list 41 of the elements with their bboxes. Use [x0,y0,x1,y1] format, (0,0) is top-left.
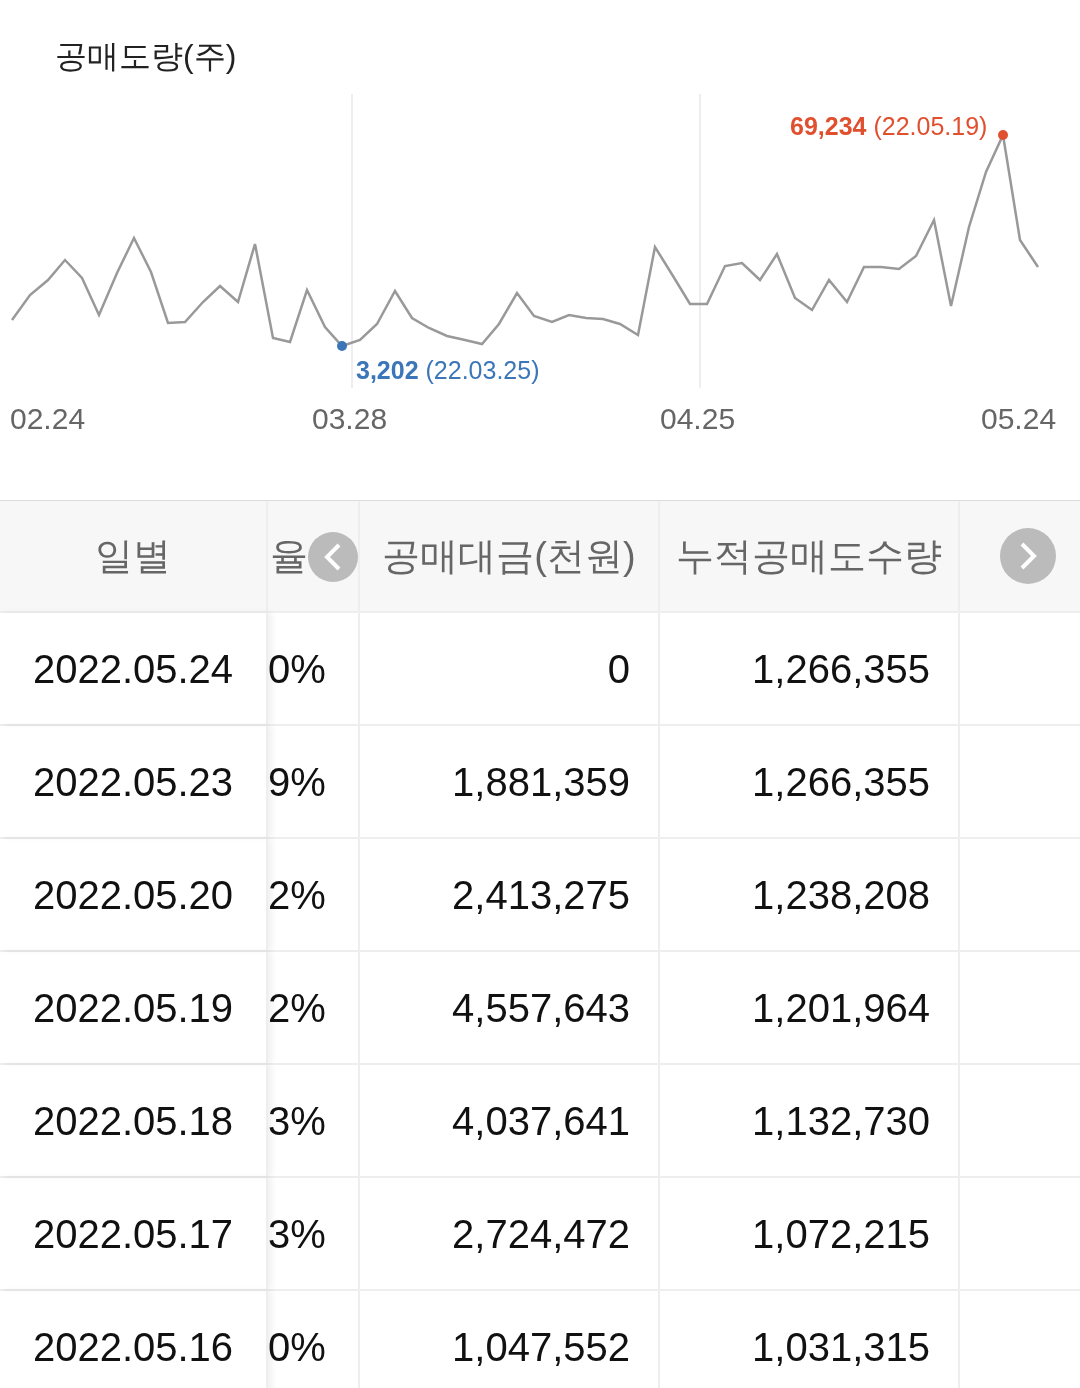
column-header[interactable]: 누적공매도수량 [676,527,942,585]
max-annotation: 69,234 (22.05.19) [790,111,988,142]
table-cell-text: 9% [268,758,326,806]
table-cell-text: 2,724,472 [452,1210,630,1258]
scroll-left-button[interactable] [308,532,358,582]
table-cell-text: 1,238,208 [752,871,930,919]
column-header[interactable]: 일별 [95,527,171,585]
table-cell-text: 2,413,275 [452,871,630,919]
table-cell-text: 2022.05.20 [32,871,234,919]
axis-label: 04.25 [660,401,736,437]
column-header[interactable]: 공매대금(천원) [382,527,636,585]
chart-title: 공매도량(주) [55,38,237,74]
min-annotation: 3,202 (22.03.25) [356,355,540,386]
table-cell-text: 2022.05.16 [32,1323,234,1371]
table-cell-text: 1,132,730 [752,1097,930,1145]
table-cell-text: 1,266,355 [752,758,930,806]
table-cell-text: 1,047,552 [452,1323,630,1371]
table-cell-text: 1,031,315 [752,1323,930,1371]
table-cell-text: 2022.05.23 [32,758,234,806]
table-cell-text: 1,881,359 [452,758,630,806]
table-cell-text: 1,266,355 [752,645,930,693]
table-cell-text: 0% [268,645,326,693]
scroll-right-button[interactable] [1000,528,1056,584]
table-cell-text: 3% [268,1210,326,1258]
table-cell-text: 3% [268,1097,326,1145]
table-cell-text: 0% [268,1323,326,1371]
table-cell-text: 4,037,641 [452,1097,630,1145]
table-cell-text: 2022.05.18 [32,1097,234,1145]
axis-label: 05.24 [981,401,1057,437]
table-cell-text: 2% [268,871,326,919]
table-cell-text: 1,072,215 [752,1210,930,1258]
table-cell-text: 2022.05.24 [32,645,234,693]
table-cell-text: 0 [607,645,630,693]
table-cell-text: 2% [268,984,326,1032]
table-cell-text: 1,201,964 [752,984,930,1032]
table-cell-text: 4,557,643 [452,984,630,1032]
axis-label: 02.24 [10,401,86,437]
column-header[interactable]: 율 [270,527,308,585]
table-cell-text: 2022.05.19 [32,984,234,1032]
table-cell-text: 2022.05.17 [32,1210,234,1258]
axis-label: 03.28 [312,401,388,437]
